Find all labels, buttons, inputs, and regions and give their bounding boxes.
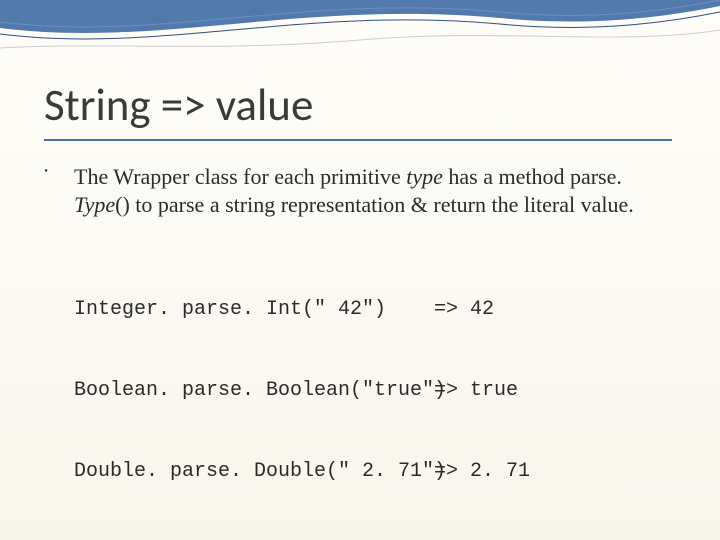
slide: String => value ༌ The Wrapper class for … xyxy=(0,0,720,540)
bullet1-italic1: type xyxy=(406,164,443,189)
slide-content: String => value ༌ The Wrapper class for … xyxy=(0,0,720,540)
bullet1-suffix: () to parse a string representation & re… xyxy=(115,192,634,217)
code-row: Boolean. parse. Boolean("true")=> true xyxy=(74,377,676,404)
code-left: Double. parse. Double(" 2. 71") xyxy=(74,458,434,485)
code-left: Boolean. parse. Boolean("true") xyxy=(74,377,434,404)
title-underline xyxy=(44,139,672,141)
bullet-item-1: ༌ The Wrapper class for each primitive t… xyxy=(44,163,676,218)
bullet-glyph-icon: ༌ xyxy=(44,165,48,190)
code-left: Integer. parse. Int(" 42") xyxy=(74,296,434,323)
code-right: => 2. 71 xyxy=(434,458,530,485)
code-right: => true xyxy=(434,377,518,404)
bullet1-italic2: Type xyxy=(74,192,115,217)
slide-title: String => value xyxy=(44,78,676,133)
code-block: Integer. parse. Int(" 42")=> 42 Boolean.… xyxy=(44,242,676,540)
bullet1-prefix: The Wrapper class for each primitive xyxy=(74,164,406,189)
code-row: Integer. parse. Int(" 42")=> 42 xyxy=(74,296,676,323)
code-row: Double. parse. Double(" 2. 71")=> 2. 71 xyxy=(74,458,676,485)
code-right: => 42 xyxy=(434,296,494,323)
bullet1-middle: has a method parse. xyxy=(443,164,622,189)
